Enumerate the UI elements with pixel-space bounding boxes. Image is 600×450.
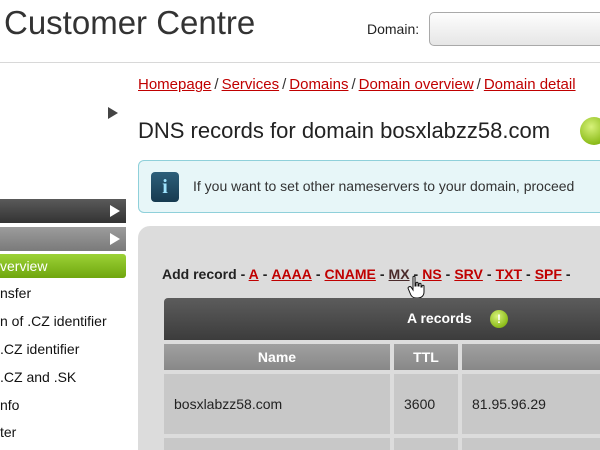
help-badge-icon[interactable]: [580, 117, 600, 145]
sidebar-item-transfer[interactable]: nsfer: [0, 285, 31, 301]
breadcrumb-services[interactable]: Services: [222, 76, 280, 93]
page-title: DNS records for domain bosxlabzz58.com: [138, 118, 551, 143]
breadcrumb-separator: /: [476, 76, 481, 93]
info-box: i If you want to set other nameservers t…: [138, 160, 600, 213]
table-row: [462, 438, 600, 450]
add-record-srv[interactable]: SRV: [454, 266, 483, 282]
column-header-name: Name: [164, 344, 390, 370]
record-ttl-cell: 3600: [394, 374, 458, 434]
column-header-value: [462, 344, 600, 370]
site-title: Customer Centre: [4, 4, 256, 41]
breadcrumb-domains[interactable]: Domains: [289, 76, 348, 93]
info-text: If you want to set other nameservers to …: [193, 178, 575, 194]
sidebar-expand-arrow-icon[interactable]: [108, 107, 118, 119]
sidebar-item-cz-identifier-change[interactable]: n of .CZ identifier: [0, 313, 107, 329]
domain-select[interactable]: [429, 12, 600, 46]
info-icon: i: [151, 172, 179, 202]
triangle-right-icon: [110, 205, 120, 217]
sidebar-item-register[interactable]: ter: [0, 424, 16, 440]
table-row: [164, 438, 390, 450]
breadcrumb-separator: /: [282, 76, 287, 93]
a-records-header: A records !: [164, 298, 600, 340]
record-name-cell: bosxlabzz58.com: [164, 374, 390, 434]
add-record-bar: Add record - A - AAAA - CNAME - MX - NS - SRV - TXT -…: [162, 266, 571, 282]
sidebar-section-grey[interactable]: [0, 227, 126, 251]
table-row: [394, 438, 458, 450]
sidebar-item-info[interactable]: nfo: [0, 397, 19, 413]
add-record-cname[interactable]: CNAME: [325, 266, 376, 282]
sidebar-item-domain-overview[interactable]: verview: [0, 254, 126, 278]
breadcrumb-domain-overview[interactable]: Domain overview: [359, 76, 474, 93]
add-record-txt[interactable]: TXT: [496, 266, 522, 282]
column-header-ttl: TTL: [394, 344, 458, 370]
domain-label: Domain:: [367, 21, 420, 37]
sidebar-item-cz-identifier[interactable]: .CZ identifier: [0, 341, 79, 357]
breadcrumb-separator: /: [214, 76, 219, 93]
header-divider: [0, 62, 600, 63]
triangle-right-icon: [110, 233, 120, 245]
sidebar-section-dark[interactable]: [0, 199, 126, 223]
record-value-cell: 81.95.96.29: [462, 374, 600, 434]
breadcrumb-homepage[interactable]: Homepage: [138, 76, 211, 93]
add-record-aaaa[interactable]: AAAA: [271, 266, 311, 282]
breadcrumb: Homepage / Services / Domains / Domain overvie…: [138, 76, 576, 93]
sidebar-item-cz-sk[interactable]: .CZ and .SK: [0, 369, 76, 385]
add-record-spf[interactable]: SPF: [535, 266, 562, 282]
add-record-a[interactable]: A: [249, 266, 259, 282]
breadcrumb-domain-detail[interactable]: Domain detail: [484, 76, 576, 93]
add-record-label: Add record -: [162, 266, 246, 282]
a-records-title: A records: [407, 310, 472, 326]
breadcrumb-separator: /: [351, 76, 356, 93]
help-badge-icon[interactable]: !: [490, 310, 508, 328]
hand-cursor-icon: [407, 275, 425, 299]
